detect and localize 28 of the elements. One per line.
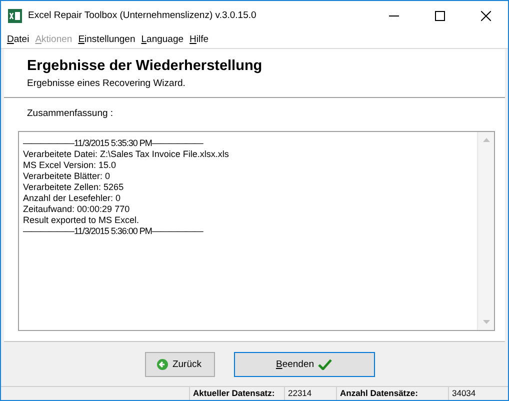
close-icon[interactable] xyxy=(481,10,491,20)
log-line: MS Excel Version: 15.0 xyxy=(23,160,118,171)
menu-item[interactable]: Datei xyxy=(4,34,32,44)
status-label: Aktueller Datensatz: xyxy=(189,387,284,400)
page-title: Ergebnisse der Wiederherstellung xyxy=(27,58,264,74)
menu-item[interactable]: Hilfe xyxy=(186,34,212,44)
log-line: Verarbeitete Blätter: 0 xyxy=(23,171,112,182)
spreadsheet-icon xyxy=(8,8,22,22)
status-value: 22314 xyxy=(284,387,336,400)
log-line: Result exported to MS Excel. xyxy=(23,215,140,226)
maximize-icon[interactable] xyxy=(435,10,445,20)
checkmark-icon xyxy=(318,358,332,370)
timestamp-line: ——————11/3/2015 5:36:00 PM—————— xyxy=(23,226,204,237)
finish-button[interactable]: Beenden xyxy=(234,352,374,376)
menu-item[interactable]: Einstellungen xyxy=(75,34,138,44)
log-line: Verarbeitete Datei: Z:\Sales Tax Invoice File.xlsx.xls xyxy=(23,149,230,160)
status-label: Anzahl Datensätze: xyxy=(336,387,448,400)
window-title: Excel Repair Toolbox (Unternehmenslizenz) v.3.0.15.0 xyxy=(28,10,258,21)
menu-item[interactable]: Language xyxy=(138,34,187,44)
page-subtitle: Ergebnisse eines Recovering Wizard. xyxy=(27,78,186,89)
back-arrow-icon xyxy=(157,358,168,370)
timestamp-line: ——————11/3/2015 5:35:30 PM—————— xyxy=(23,138,204,149)
log-line: Anzahl der Lesefehler: 0 xyxy=(23,193,122,204)
summary-label: Zusammenfassung : xyxy=(27,108,114,119)
back-button[interactable]: Zurück xyxy=(144,352,214,376)
log-line: Zeitaufwand: 00:00:29 770 xyxy=(23,204,131,215)
log-line: Verarbeitete Zellen: 5265 xyxy=(23,182,125,193)
status-value: 34034 xyxy=(448,387,508,400)
